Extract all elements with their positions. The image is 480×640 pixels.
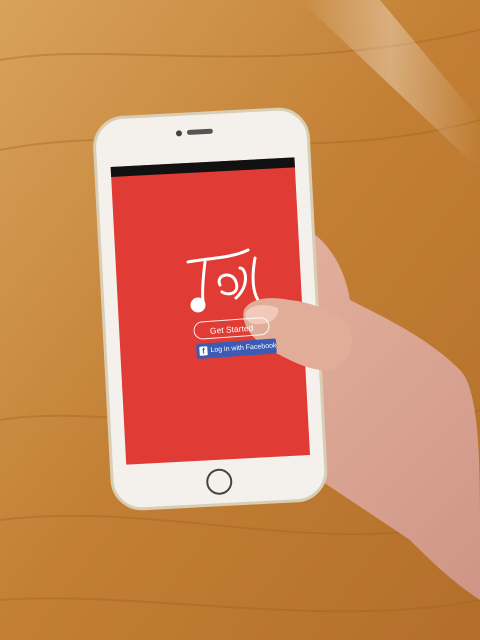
facebook-icon: f [199,346,208,356]
home-button[interactable] [206,468,233,495]
facebook-login-label: Log in with Facebook [210,342,277,354]
